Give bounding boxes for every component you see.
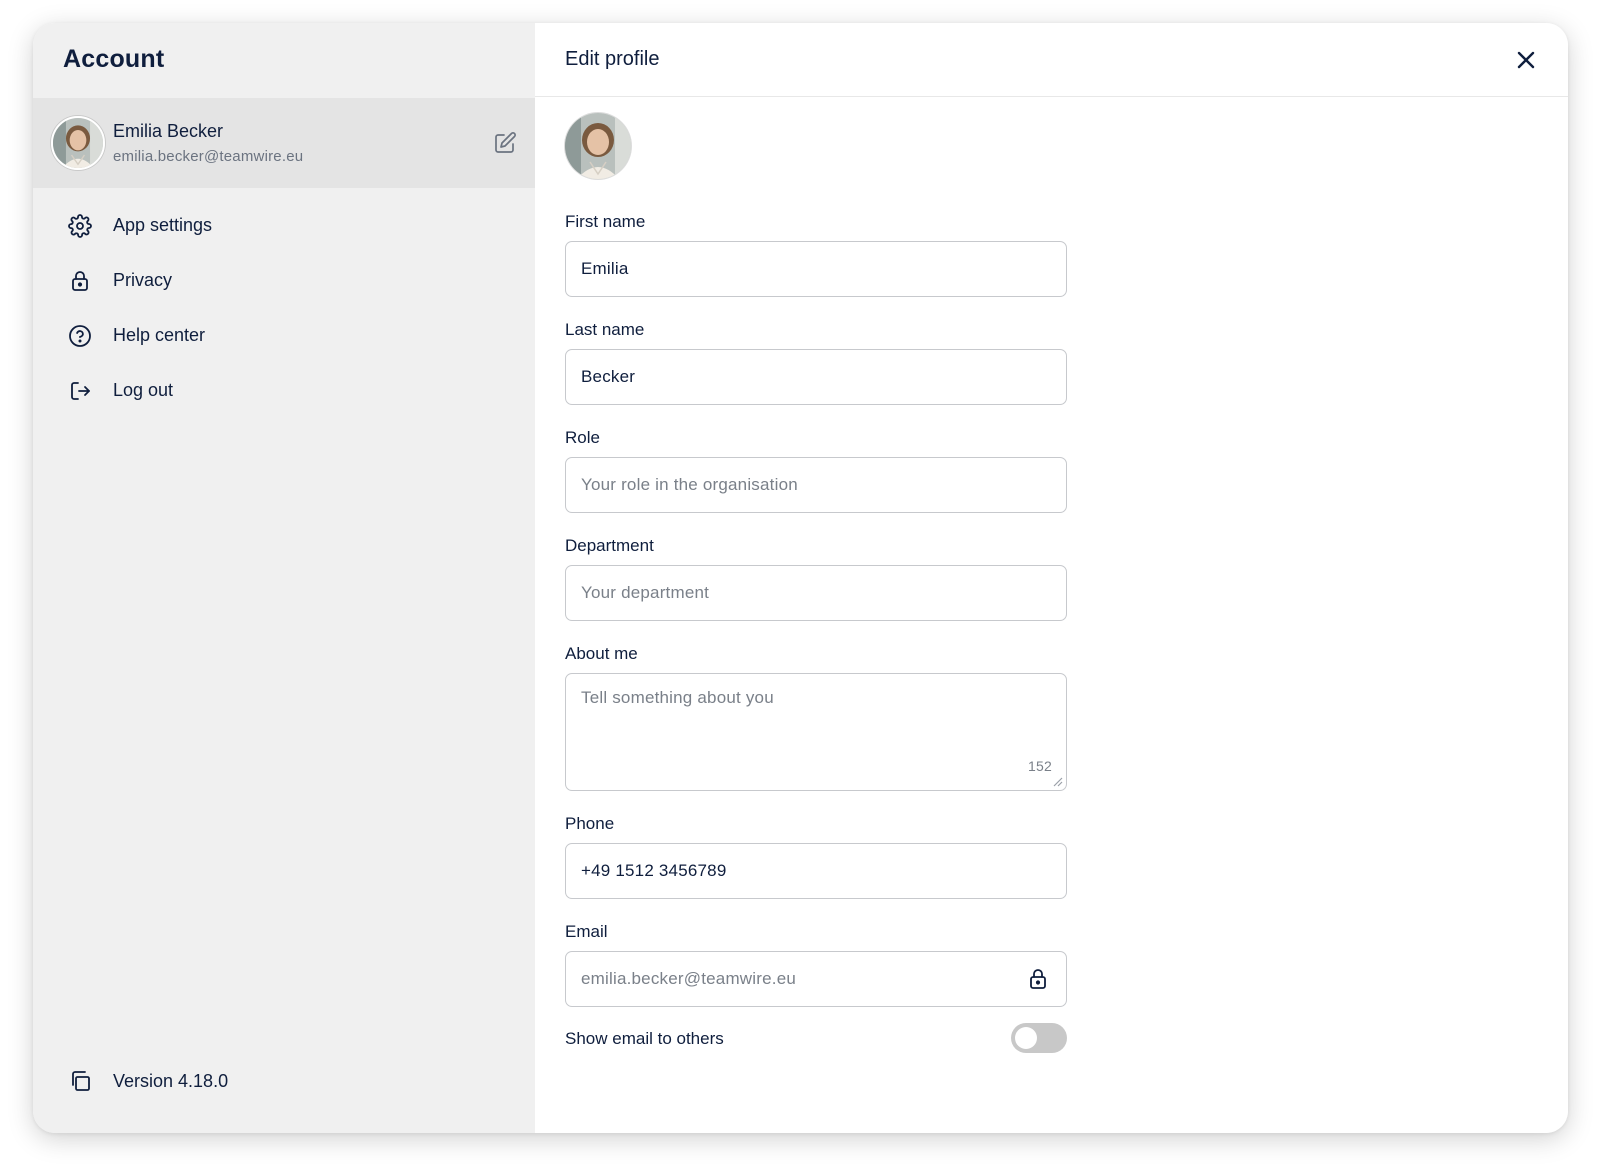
profile-photo[interactable] [565,113,631,179]
close-icon[interactable] [1514,48,1538,72]
lock-icon [1030,969,1046,989]
lock-icon [72,270,88,291]
show-email-label: Show email to others [565,1029,724,1048]
copy-icon [72,1071,90,1091]
email-label: Email [565,922,608,941]
last-name-input[interactable]: Becker [565,349,1067,405]
phone-input[interactable]: +49 1512 3456789 [565,843,1067,899]
page-title: Edit profile [565,48,660,70]
version-info[interactable]: Version 4.18.0 [68,1069,228,1093]
about-me-textarea[interactable]: Tell something about you 152 [565,673,1067,791]
sidebar: Account Emilia Becker emilia.becker@team… [33,23,535,1133]
character-counter: 152 [1028,758,1052,774]
help-circle-icon [69,324,91,347]
logout-icon [71,381,90,400]
sidebar-item-label: Log out [113,380,174,400]
sidebar-item-app-settings[interactable]: App settings [33,198,535,253]
phone-label: Phone [565,814,615,833]
panel-header: Edit profile [535,23,1568,97]
sidebar-title: Account [63,45,165,73]
edit-icon[interactable] [493,131,517,155]
profile-email: emilia.becker@teamwire.eu [113,148,304,165]
profile-form: First name Emilia Last name Becker Role … [565,211,1067,1053]
version-label: Version 4.18.0 [113,1070,229,1091]
about-me-placeholder: Tell something about you [581,688,774,707]
resize-handle-icon[interactable] [1051,775,1063,787]
role-label: Role [565,428,600,447]
sidebar-item-log-out[interactable]: Log out [33,363,535,418]
edit-profile-panel: Edit profile First name Emilia Last name… [535,23,1568,1133]
email-value: emilia.becker@teamwire.eu [581,969,797,988]
show-email-toggle[interactable] [1011,1023,1067,1053]
gear-icon [68,213,92,238]
sidebar-item-label: Privacy [113,270,173,290]
role-input[interactable]: Your role in the organisation [565,457,1067,513]
account-window: Account Emilia Becker emilia.becker@team… [33,23,1568,1133]
profile-name: Emilia Becker [113,121,224,141]
department-label: Department [565,536,654,555]
profile-row[interactable]: Emilia Becker emilia.becker@teamwire.eu [33,98,535,188]
show-email-row: Show email to others [565,1021,1067,1053]
toggle-knob [1015,1027,1037,1049]
sidebar-menu: App settings Privacy Help center Log out [33,198,535,418]
sidebar-item-privacy[interactable]: Privacy [33,253,535,308]
last-name-label: Last name [565,320,645,339]
first-name-input[interactable]: Emilia [565,241,1067,297]
sidebar-item-label: App settings [113,215,213,235]
email-field: emilia.becker@teamwire.eu [565,951,1067,1007]
about-me-label: About me [565,644,638,663]
sidebar-item-help-center[interactable]: Help center [33,308,535,363]
avatar [51,116,105,170]
sidebar-item-label: Help center [113,325,206,345]
first-name-label: First name [565,212,646,231]
department-input[interactable]: Your department [565,565,1067,621]
